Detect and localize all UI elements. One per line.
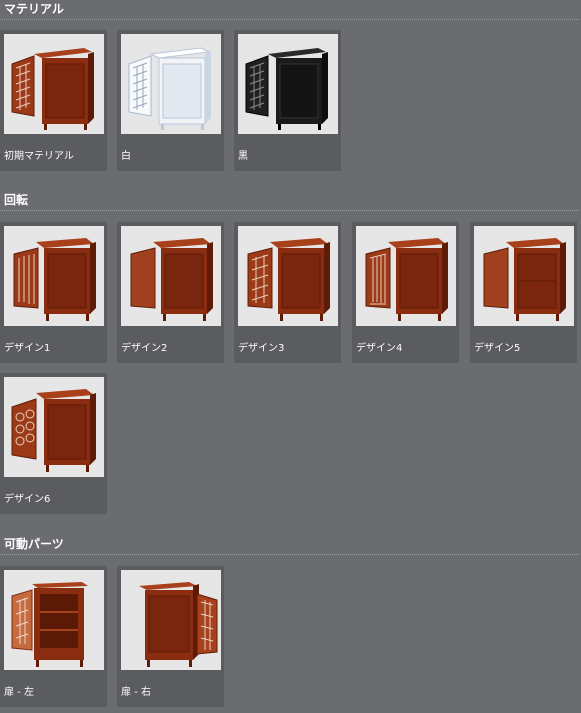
design-tile-4[interactable]: デザイン4 [352,222,459,363]
design-label: デザイン2 [121,343,168,354]
section-title-movable-parts: 可動パーツ [0,535,579,555]
cabinet-design-icon [121,226,221,326]
cabinet-white-icon [121,34,221,134]
cabinet-design-icon [474,226,574,326]
door-left-tile[interactable]: 扉 - 左 [0,566,107,707]
door-right-tile[interactable]: 扉 - 右 [117,566,224,707]
design-tile-3[interactable]: デザイン3 [234,222,341,363]
cabinet-design-icon [356,226,456,326]
material-label: 黒 [238,151,248,162]
door-label: 扉 - 右 [121,687,151,698]
cabinet-black-icon [238,34,338,134]
design-tile-5[interactable]: デザイン5 [470,222,577,363]
design-tile-6[interactable]: デザイン6 [0,373,107,514]
design-label: デザイン1 [4,343,51,354]
design-label: デザイン4 [356,343,403,354]
design-label: デザイン6 [4,494,51,505]
design-label: デザイン3 [238,343,285,354]
design-tile-1[interactable]: デザイン1 [0,222,107,363]
cabinet-wood-icon [4,34,104,134]
material-tile-default[interactable]: 初期マテリアル [0,30,107,171]
door-label: 扉 - 左 [4,687,34,698]
cabinet-design-icon [4,226,104,326]
cabinet-right-door-open-icon [121,570,221,670]
cabinet-design-icon [4,377,104,477]
cabinet-design-icon [238,226,338,326]
design-tile-2[interactable]: デザイン2 [117,222,224,363]
cabinet-left-door-open-icon [4,570,104,670]
material-tile-black[interactable]: 黒 [234,30,341,171]
material-tile-white[interactable]: 白 [117,30,224,171]
material-label: 白 [121,151,131,162]
section-title-material: マテリアル [0,0,579,20]
material-label: 初期マテリアル [4,151,74,162]
design-label: デザイン5 [474,343,521,354]
section-title-rotation: 回転 [0,191,579,211]
